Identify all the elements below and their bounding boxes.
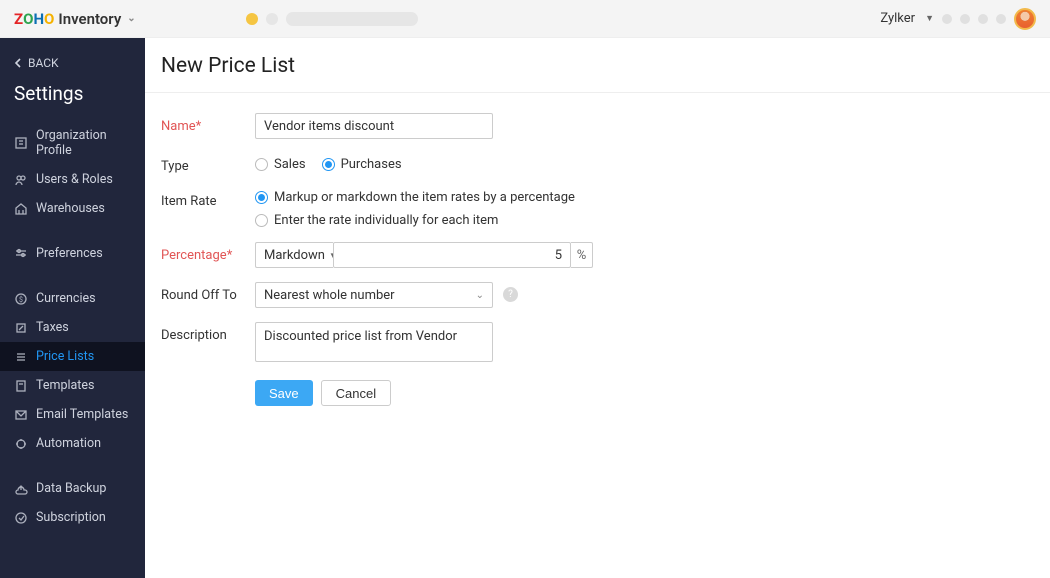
description-input[interactable] <box>255 322 493 362</box>
radio-purchases-label: Purchases <box>341 157 402 172</box>
org-name[interactable]: Zylker <box>880 11 915 26</box>
label-name: Name* <box>161 113 255 134</box>
radio-dot-icon <box>322 158 335 171</box>
label-item-rate: Item Rate <box>161 188 255 209</box>
warehouse-icon <box>14 202 28 216</box>
sidebar-item-automation[interactable]: Automation <box>0 429 145 458</box>
radio-purchases[interactable]: Purchases <box>322 157 402 172</box>
cancel-button[interactable]: Cancel <box>321 380 391 406</box>
pricelist-icon <box>14 350 28 364</box>
pill-placeholder <box>286 12 418 26</box>
sidebar-item-label: Taxes <box>36 320 69 335</box>
sidebar-item-label: Automation <box>36 436 101 451</box>
backup-icon <box>14 482 28 496</box>
label-percentage: Percentage* <box>161 242 255 263</box>
sidebar-item-label: Email Templates <box>36 407 128 422</box>
sidebar-item-label: Subscription <box>36 510 106 525</box>
sidebar-item-warehouses[interactable]: Warehouses <box>0 194 145 223</box>
help-icon[interactable]: ? <box>503 287 518 302</box>
radio-dot-icon <box>255 191 268 204</box>
sidebar-item-preferences[interactable]: Preferences <box>0 239 145 268</box>
form: Name* Type Sales Purchases Item Rate <box>145 93 1050 426</box>
name-input[interactable] <box>255 113 493 139</box>
markdown-select[interactable]: Markdown ▼ <box>255 242 333 268</box>
markdown-label: Markdown <box>264 248 325 263</box>
dot-icon <box>978 14 988 24</box>
sidebar-item-email-templates[interactable]: Email Templates <box>0 400 145 429</box>
settings-title: Settings <box>0 78 145 119</box>
sidebar-item-label: Templates <box>36 378 94 393</box>
page-title: New Price List <box>145 38 1050 92</box>
topbar: ZOHO Inventory ⌄ Zylker ▼ <box>0 0 1050 38</box>
logo-o1: O <box>23 10 33 28</box>
sidebar-item-label: Preferences <box>36 246 103 261</box>
radio-individual[interactable]: Enter the rate individually for each ite… <box>255 213 575 228</box>
percentage-input[interactable] <box>333 242 571 268</box>
logo-o2: O <box>44 10 54 28</box>
sidebar-item-label: Warehouses <box>36 201 105 216</box>
sliders-icon <box>14 247 28 261</box>
chevron-left-icon <box>14 58 22 68</box>
sidebar-item-templates[interactable]: Templates <box>0 371 145 400</box>
caret-down-icon[interactable]: ▼ <box>925 13 934 24</box>
label-description: Description <box>161 322 255 343</box>
logo[interactable]: ZOHO Inventory ⌄ <box>14 10 136 28</box>
radio-dot-icon <box>255 214 268 227</box>
percent-symbol: % <box>571 242 593 268</box>
radio-sales[interactable]: Sales <box>255 157 306 172</box>
dot-icon <box>246 13 258 25</box>
dot-icon <box>996 14 1006 24</box>
dot-icon <box>266 13 278 25</box>
tax-icon <box>14 321 28 335</box>
sidebar-item-data-backup[interactable]: Data Backup <box>0 474 145 503</box>
sidebar-item-label: Organization Profile <box>36 128 131 158</box>
sidebar-item-taxes[interactable]: Taxes <box>0 313 145 342</box>
logo-z: Z <box>14 10 23 28</box>
dot-icon <box>942 14 952 24</box>
sidebar-item-currencies[interactable]: $ Currencies <box>0 284 145 313</box>
currency-icon: $ <box>14 292 28 306</box>
email-icon <box>14 408 28 422</box>
sidebar-item-organization-profile[interactable]: Organization Profile <box>0 121 145 165</box>
main: New Price List Name* Type Sales Purchase… <box>145 38 1050 578</box>
radio-sales-label: Sales <box>274 157 306 172</box>
radio-individual-label: Enter the rate individually for each ite… <box>274 213 498 228</box>
logo-h: H <box>33 10 44 28</box>
sidebar-item-label: Currencies <box>36 291 96 306</box>
radio-markup[interactable]: Markup or markdown the item rates by a p… <box>255 190 575 205</box>
sidebar-item-label: Price Lists <box>36 349 94 364</box>
sidebar-item-price-lists[interactable]: Price Lists <box>0 342 145 371</box>
logo-app: Inventory <box>58 10 121 28</box>
label-roundoff: Round Off To <box>161 282 255 303</box>
sidebar-item-users-roles[interactable]: Users & Roles <box>0 165 145 194</box>
sidebar-item-label: Users & Roles <box>36 172 113 187</box>
chevron-down-icon: ⌄ <box>476 290 484 301</box>
top-placeholder <box>246 12 418 26</box>
radio-markup-label: Markup or markdown the item rates by a p… <box>274 190 575 205</box>
building-icon <box>14 136 28 150</box>
avatar[interactable] <box>1014 8 1036 30</box>
topbar-right: Zylker ▼ <box>880 8 1036 30</box>
users-icon <box>14 173 28 187</box>
dot-icon <box>960 14 970 24</box>
svg-text:$: $ <box>19 296 23 304</box>
sidebar-item-subscription[interactable]: Subscription <box>0 503 145 532</box>
save-button[interactable]: Save <box>255 380 313 406</box>
radio-dot-icon <box>255 158 268 171</box>
chevron-down-icon: ⌄ <box>127 13 135 24</box>
sidebar: BACK Settings Organization Profile Users … <box>0 38 145 578</box>
subscription-icon <box>14 511 28 525</box>
template-icon <box>14 379 28 393</box>
roundoff-value: Nearest whole number <box>264 288 395 303</box>
sidebar-item-label: Data Backup <box>36 481 106 496</box>
back-label: BACK <box>28 56 59 70</box>
roundoff-select[interactable]: Nearest whole number ⌄ <box>255 282 493 308</box>
automation-icon <box>14 437 28 451</box>
back-button[interactable]: BACK <box>0 48 145 78</box>
label-type: Type <box>161 153 255 174</box>
